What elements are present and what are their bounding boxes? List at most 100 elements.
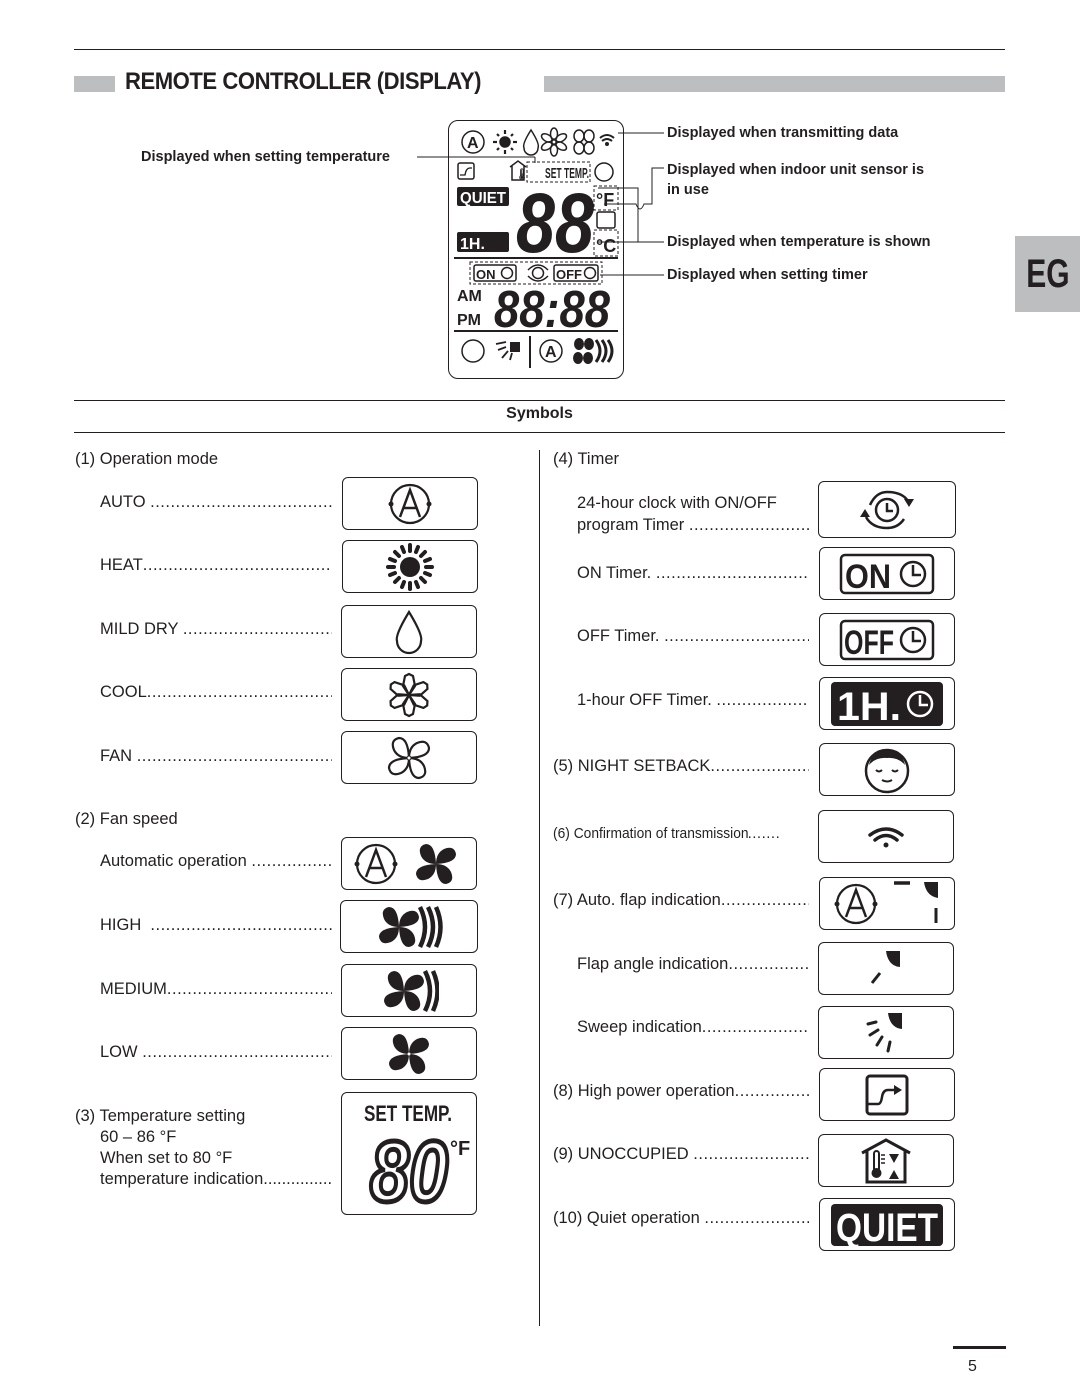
lcd-dry-icon	[522, 128, 540, 156]
page-number-rule	[953, 1346, 1006, 1349]
svg-text:°C: °C	[596, 236, 616, 256]
label-auto-flap: (7) Auto. flap indication...............…	[553, 891, 809, 909]
section-timer: (4) Timer	[553, 450, 619, 468]
svg-text:ON: ON	[476, 267, 496, 282]
section-temperature-setting: (3) Temperature setting 60 – 86 °F When …	[75, 1107, 332, 1188]
label-transmission: (6) Confirmation of transmission.......	[553, 825, 781, 842]
lcd-cool-icon	[540, 127, 568, 157]
fan-outline-icon	[387, 736, 431, 779]
sweep-icon	[866, 1012, 902, 1052]
icon-box-fan-auto	[341, 837, 477, 890]
label-medium: MEDIUM..................................…	[100, 980, 332, 998]
svg-text:OFF: OFF	[844, 624, 894, 661]
icon-box-mild-dry	[341, 605, 477, 658]
symbols-bottom-rule	[74, 432, 1005, 433]
svg-text:A: A	[467, 135, 479, 152]
icon-box-1h-off-timer: 1H.	[819, 677, 955, 730]
symbols-top-rule	[74, 400, 1005, 401]
program-timer-icon	[860, 490, 914, 529]
label-mild-dry: MILD DRY ...............................…	[100, 620, 332, 638]
unoccupied-house-icon	[861, 1137, 911, 1183]
svg-text:1H.: 1H.	[837, 685, 901, 726]
svg-text:AM: AM	[457, 288, 482, 305]
label-1h-off-timer: 1-hour OFF Timer. ......................…	[577, 691, 809, 709]
label-fan-auto: Automatic operation ....................…	[100, 852, 332, 870]
high-power-icon	[865, 1074, 909, 1115]
icon-box-transmission	[818, 810, 954, 863]
icon-box-sweep	[818, 1006, 954, 1059]
label-flap-angle: Flap angle indication...................…	[577, 955, 809, 973]
label-high-power: (8) High power operation................…	[553, 1082, 809, 1100]
label-on-timer: ON Timer. ..............................…	[577, 564, 809, 582]
flap-angle-icon	[870, 950, 900, 984]
icon-box-quiet: QUIET	[819, 1198, 955, 1251]
lcd-fan-icon	[573, 129, 595, 155]
cool-snowflake-icon	[389, 672, 429, 717]
auto-flap-icon	[834, 880, 938, 924]
one-hour-timer-icon: 1H.	[831, 681, 943, 726]
icon-box-on-timer: ON	[819, 547, 955, 600]
off-timer-icon: OFF	[839, 619, 935, 661]
set-temp-display-icon: SET TEMP. 80 °F	[364, 1101, 470, 1214]
auto-mode-icon	[388, 483, 432, 524]
svg-text:PM: PM	[457, 312, 481, 329]
quiet-badge-icon: QUIET	[831, 1203, 943, 1246]
label-heat: HEAT....................................…	[100, 556, 332, 574]
label-high: HIGH ...................................…	[100, 916, 332, 934]
svg-text:SET TEMP.: SET TEMP.	[364, 1101, 452, 1126]
svg-text:°F: °F	[450, 1138, 470, 1160]
column-divider	[539, 450, 540, 1326]
lcd-content: A SET TEMP. 🌡 QUIET 1H. 88 °F °C ON OFF …	[454, 127, 619, 368]
icon-box-heat	[342, 540, 478, 593]
page-number: 5	[968, 1358, 977, 1375]
lcd-heat-icon	[493, 130, 517, 154]
label-sweep: Sweep indication........................…	[577, 1018, 809, 1036]
lcd-indoor-sensor-icon	[596, 211, 616, 229]
icon-box-cool	[341, 668, 477, 721]
lcd-night-setback-icon	[594, 162, 614, 182]
icon-box-fan	[341, 731, 477, 784]
icon-box-auto-flap	[819, 877, 955, 930]
icon-box-medium	[341, 964, 477, 1017]
lcd-transmit-icon	[599, 134, 615, 146]
svg-text:80: 80	[370, 1124, 448, 1214]
svg-text:A: A	[545, 344, 557, 361]
label-off-timer: OFF Timer. .............................…	[577, 627, 809, 645]
label-cool: COOL....................................…	[100, 683, 332, 701]
icon-box-high	[340, 900, 478, 953]
label-auto: AUTO ...................................…	[100, 493, 332, 511]
fan-high-icon	[379, 905, 443, 948]
icon-box-low	[341, 1027, 477, 1080]
fan-auto-icon	[354, 843, 456, 884]
fan-medium-icon	[384, 969, 439, 1012]
label-fan: FAN ....................................…	[100, 747, 332, 765]
svg-text:QUIET: QUIET	[460, 190, 506, 207]
on-timer-icon: ON	[839, 553, 935, 595]
icon-box-flap-angle	[818, 942, 954, 995]
icon-box-high-power	[819, 1068, 955, 1121]
icon-box-off-timer: OFF	[819, 613, 955, 666]
label-night-setback: (5) NIGHT SETBACK.......................…	[553, 757, 809, 775]
svg-text:1H.: 1H.	[460, 236, 485, 253]
dry-drop-icon	[395, 609, 423, 654]
label-unoccupied: (9) UNOCCUPIED .........................…	[553, 1145, 809, 1163]
icon-box-unoccupied	[818, 1134, 954, 1187]
svg-text:88: 88	[516, 176, 594, 270]
symbols-heading: Symbols	[506, 405, 573, 422]
night-setback-face-icon	[864, 748, 910, 793]
svg-text:88:88: 88:88	[494, 281, 610, 339]
fan-low-icon	[389, 1033, 429, 1074]
label-quiet: (10) Quiet operation ...................…	[553, 1209, 809, 1227]
svg-text:ON: ON	[845, 558, 891, 595]
svg-text:OFF: OFF	[556, 267, 582, 282]
heat-sun-icon	[386, 542, 434, 591]
icon-box-24h-clock	[818, 481, 956, 538]
section-fan-speed: (2) Fan speed	[75, 810, 178, 828]
icon-box-night-setback	[819, 743, 955, 796]
icon-box-auto	[342, 477, 478, 530]
svg-text:°F: °F	[596, 190, 614, 210]
transmission-signal-icon	[868, 826, 904, 847]
label-low: LOW ....................................…	[100, 1043, 332, 1061]
icon-box-temperature: SET TEMP. 80 °F	[341, 1092, 477, 1215]
section-operation-mode: (1) Operation mode	[75, 450, 219, 468]
